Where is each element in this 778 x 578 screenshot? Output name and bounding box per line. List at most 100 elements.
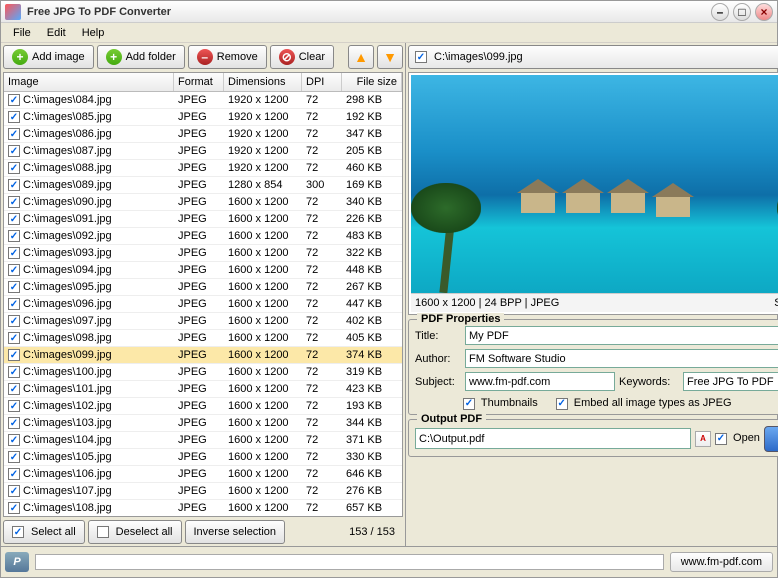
table-row[interactable]: C:\images\089.jpgJPEG1280 x 854300169 KB <box>4 177 402 194</box>
pdf-icon[interactable]: A <box>695 431 711 447</box>
header-size[interactable]: File size <box>342 73 402 91</box>
minus-icon: – <box>197 49 213 65</box>
table-row[interactable]: C:\images\105.jpgJPEG1600 x 120072330 KB <box>4 449 402 466</box>
table-row[interactable]: C:\images\084.jpgJPEG1920 x 120072298 KB <box>4 92 402 109</box>
row-checkbox[interactable] <box>8 94 20 106</box>
table-row[interactable]: C:\images\108.jpgJPEG1600 x 120072657 KB <box>4 500 402 517</box>
move-up-button[interactable]: ▲ <box>348 45 374 69</box>
paypal-logo[interactable]: P <box>5 552 29 572</box>
subject-input[interactable] <box>465 372 615 391</box>
row-checkbox[interactable] <box>8 349 20 361</box>
menu-help[interactable]: Help <box>74 25 113 41</box>
row-checkbox[interactable] <box>8 298 20 310</box>
table-row[interactable]: C:\images\100.jpgJPEG1600 x 120072319 KB <box>4 364 402 381</box>
select-all-button[interactable]: Select all <box>3 520 85 544</box>
row-checkbox[interactable] <box>8 196 20 208</box>
check-icon <box>556 398 568 410</box>
row-checkbox[interactable] <box>8 434 20 446</box>
menu-file[interactable]: File <box>5 25 39 41</box>
app-icon <box>5 4 21 20</box>
header-dpi[interactable]: DPI <box>302 73 342 91</box>
row-checkbox[interactable] <box>8 179 20 191</box>
table-row[interactable]: C:\images\095.jpgJPEG1600 x 120072267 KB <box>4 279 402 296</box>
keywords-label: Keywords: <box>619 376 679 388</box>
arrow-down-icon: ▼ <box>383 49 397 65</box>
minimize-button[interactable]: – <box>711 3 729 21</box>
row-checkbox[interactable] <box>8 366 20 378</box>
row-checkbox[interactable] <box>8 400 20 412</box>
output-path-input[interactable] <box>415 428 691 449</box>
website-link[interactable]: www.fm-pdf.com <box>670 552 773 572</box>
file-table[interactable]: Image Format Dimensions DPI File size C:… <box>3 72 403 517</box>
preview-scale: Scale: 21 % <box>774 297 778 309</box>
row-checkbox[interactable] <box>8 128 20 140</box>
table-row[interactable]: C:\images\091.jpgJPEG1600 x 120072226 KB <box>4 211 402 228</box>
table-row[interactable]: C:\images\106.jpgJPEG1600 x 120072646 KB <box>4 466 402 483</box>
table-row[interactable]: C:\images\087.jpgJPEG1920 x 120072205 KB <box>4 143 402 160</box>
table-row[interactable]: C:\images\103.jpgJPEG1600 x 120072344 KB <box>4 415 402 432</box>
preview-panel: 1600 x 1200 | 24 BPP | JPEG Scale: 21 % <box>408 72 778 315</box>
folder-plus-icon: + <box>106 49 122 65</box>
preview-toolbar: C:\images\099.jpg ◀ ▶ <box>408 45 778 69</box>
table-row[interactable]: C:\images\104.jpgJPEG1600 x 120072371 KB <box>4 432 402 449</box>
table-row[interactable]: C:\images\107.jpgJPEG1600 x 120072276 KB <box>4 483 402 500</box>
start-button[interactable]: Start <box>764 426 778 452</box>
row-checkbox[interactable] <box>8 451 20 463</box>
title-label: Title: <box>415 330 461 342</box>
title-input[interactable] <box>465 326 778 345</box>
row-checkbox[interactable] <box>8 502 20 514</box>
author-label: Author: <box>415 353 461 365</box>
output-pdf-group: Output PDF A Open Start <box>408 419 778 457</box>
row-checkbox[interactable] <box>8 281 20 293</box>
header-dimensions[interactable]: Dimensions <box>224 73 302 91</box>
embed-jpeg-checkbox[interactable]: Embed all image types as JPEG <box>556 397 732 410</box>
table-row[interactable]: C:\images\093.jpgJPEG1600 x 120072322 KB <box>4 245 402 262</box>
add-image-button[interactable]: +Add image <box>3 45 94 69</box>
row-checkbox[interactable] <box>8 145 20 157</box>
row-checkbox[interactable] <box>8 485 20 497</box>
add-folder-button[interactable]: +Add folder <box>97 45 185 69</box>
remove-button[interactable]: –Remove <box>188 45 267 69</box>
inverse-selection-button[interactable]: Inverse selection <box>185 520 286 544</box>
row-checkbox[interactable] <box>8 247 20 259</box>
row-checkbox[interactable] <box>8 111 20 123</box>
clear-button[interactable]: ⊘Clear <box>270 45 334 69</box>
deselect-all-button[interactable]: Deselect all <box>88 520 182 544</box>
table-row[interactable]: C:\images\085.jpgJPEG1920 x 120072192 KB <box>4 109 402 126</box>
window-title: Free JPG To PDF Converter <box>27 6 707 18</box>
group-title: PDF Properties <box>417 313 504 325</box>
move-down-button[interactable]: ▼ <box>377 45 403 69</box>
row-checkbox[interactable] <box>8 315 20 327</box>
table-row[interactable]: C:\images\099.jpgJPEG1600 x 120072374 KB <box>4 347 402 364</box>
plus-icon: + <box>12 49 28 65</box>
subject-label: Subject: <box>415 376 461 388</box>
menu-edit[interactable]: Edit <box>39 25 74 41</box>
table-row[interactable]: C:\images\096.jpgJPEG1600 x 120072447 KB <box>4 296 402 313</box>
table-row[interactable]: C:\images\094.jpgJPEG1600 x 120072448 KB <box>4 262 402 279</box>
table-row[interactable]: C:\images\088.jpgJPEG1920 x 120072460 KB <box>4 160 402 177</box>
close-button[interactable]: × <box>755 3 773 21</box>
open-checkbox[interactable]: Open <box>715 432 760 445</box>
table-row[interactable]: C:\images\097.jpgJPEG1600 x 120072402 KB <box>4 313 402 330</box>
table-row[interactable]: C:\images\092.jpgJPEG1600 x 120072483 KB <box>4 228 402 245</box>
row-checkbox[interactable] <box>8 213 20 225</box>
author-input[interactable] <box>465 349 778 368</box>
row-checkbox[interactable] <box>8 417 20 429</box>
footer: P www.fm-pdf.com <box>1 546 777 576</box>
maximize-button[interactable]: □ <box>733 3 751 21</box>
table-row[interactable]: C:\images\090.jpgJPEG1600 x 120072340 KB <box>4 194 402 211</box>
row-checkbox[interactable] <box>8 230 20 242</box>
row-checkbox[interactable] <box>8 383 20 395</box>
table-row[interactable]: C:\images\086.jpgJPEG1920 x 120072347 KB <box>4 126 402 143</box>
keywords-input[interactable] <box>683 372 778 391</box>
table-row[interactable]: C:\images\102.jpgJPEG1600 x 120072193 KB <box>4 398 402 415</box>
row-checkbox[interactable] <box>8 162 20 174</box>
table-row[interactable]: C:\images\101.jpgJPEG1600 x 120072423 KB <box>4 381 402 398</box>
header-image[interactable]: Image <box>4 73 174 91</box>
row-checkbox[interactable] <box>8 468 20 480</box>
thumbnails-checkbox[interactable]: Thumbnails <box>463 397 538 410</box>
header-format[interactable]: Format <box>174 73 224 91</box>
table-row[interactable]: C:\images\098.jpgJPEG1600 x 120072405 KB <box>4 330 402 347</box>
row-checkbox[interactable] <box>8 332 20 344</box>
row-checkbox[interactable] <box>8 264 20 276</box>
